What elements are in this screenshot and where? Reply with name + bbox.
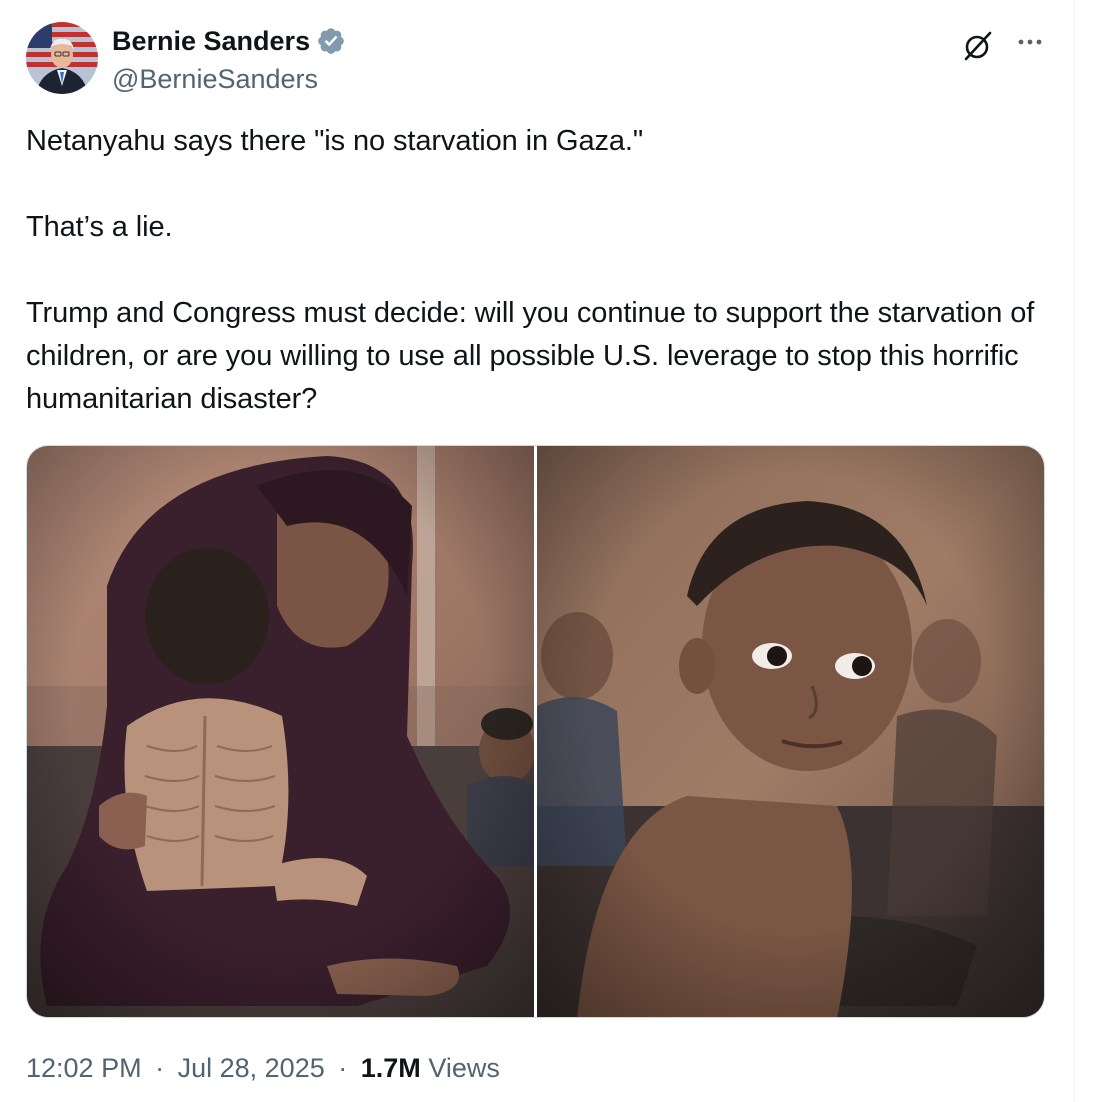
tweet-paragraph: That’s a lie. <box>26 211 173 243</box>
tweet-date[interactable]: Jul 28, 2025 <box>178 1053 325 1083</box>
tweet: Bernie Sanders @BernieSanders Netanyahu … <box>0 0 1074 1102</box>
tweet-header: Bernie Sanders @BernieSanders <box>26 22 1056 96</box>
tweet-meta: 12:02 PM · Jul 28, 2025 · 1.7M Views <box>26 1050 500 1086</box>
tweet-text: Netanyahu says there "is no starvation i… <box>26 120 1056 421</box>
photo-mother-holding-child[interactable] <box>27 446 534 1017</box>
tweet-time[interactable]: 12:02 PM <box>26 1053 142 1083</box>
author-name-block: Bernie Sanders @BernieSanders <box>112 24 346 96</box>
avatar[interactable] <box>26 22 98 94</box>
views-label[interactable]: Views <box>428 1053 500 1083</box>
author-handle[interactable]: @BernieSanders <box>112 62 346 96</box>
photo-emaciated-boy[interactable] <box>537 446 1044 1017</box>
tweet-paragraph: Trump and Congress must decide: will you… <box>26 297 1035 415</box>
media-grid <box>26 445 1045 1018</box>
author-display-name[interactable]: Bernie Sanders <box>112 24 310 58</box>
timeline-divider <box>1074 0 1075 1102</box>
views-count[interactable]: 1.7M <box>361 1053 421 1083</box>
verified-badge-icon[interactable] <box>316 26 346 56</box>
more-horizontal-icon[interactable] <box>1014 28 1046 60</box>
display-name-row: Bernie Sanders <box>112 24 346 58</box>
meta-separator: · <box>155 1053 165 1083</box>
grok-icon[interactable] <box>960 28 996 64</box>
meta-separator: · <box>338 1053 348 1083</box>
tweet-paragraph: Netanyahu says there "is no starvation i… <box>26 125 644 157</box>
